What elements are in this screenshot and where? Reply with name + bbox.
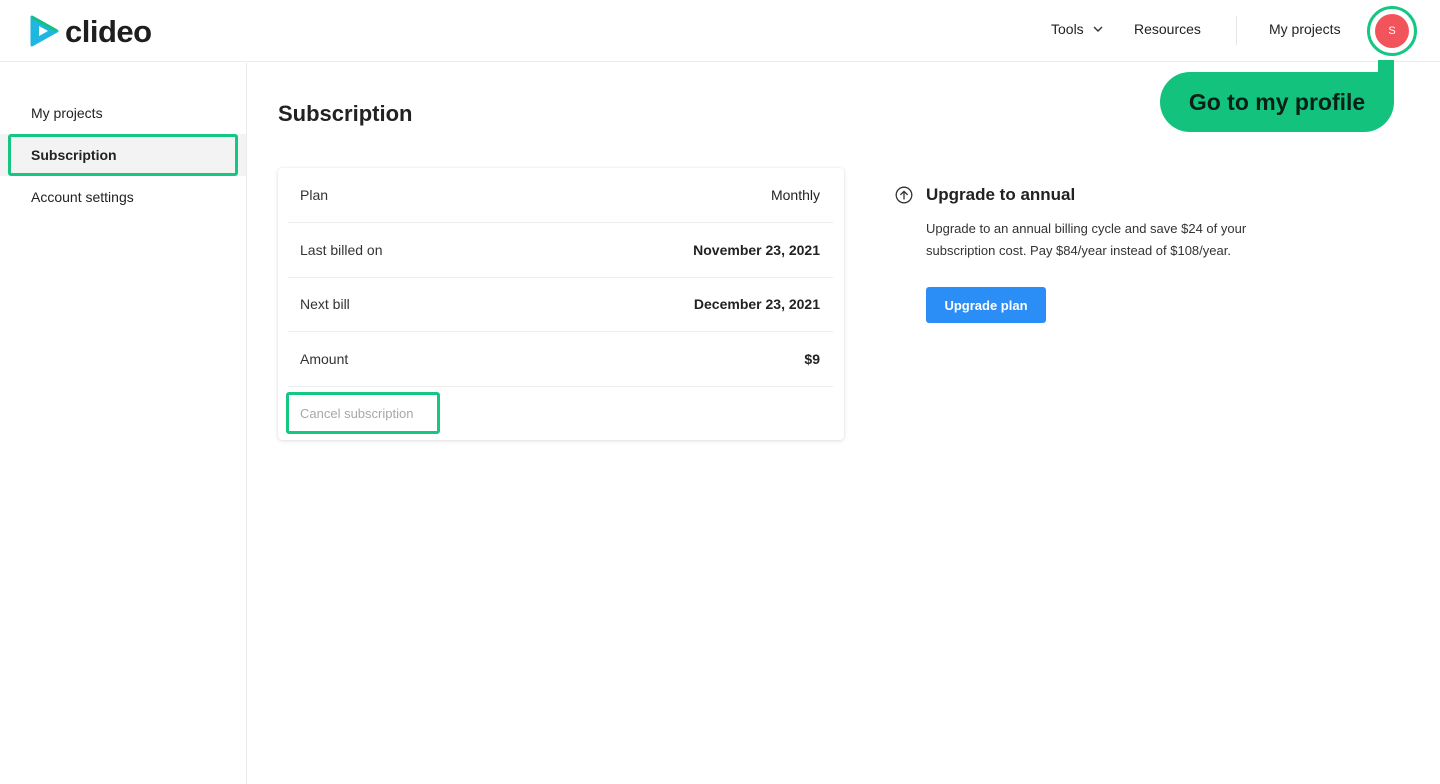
cancel-subscription-link[interactable]: Cancel subscription — [300, 406, 413, 421]
sidebar-item-account-settings[interactable]: Account settings — [0, 176, 246, 218]
nav-tools-label: Tools — [1051, 21, 1084, 37]
arrow-up-circle-icon — [895, 186, 913, 204]
upgrade-plan-button[interactable]: Upgrade plan — [926, 287, 1046, 323]
upgrade-title: Upgrade to annual — [926, 185, 1076, 204]
detail-value: November 23, 2021 — [693, 242, 820, 258]
go-to-profile-tooltip: Go to my profile — [1160, 72, 1394, 132]
detail-row-plan: Plan Monthly — [288, 168, 833, 223]
clideo-logo[interactable]: clideo — [29, 14, 152, 48]
play-triangle-icon — [30, 15, 59, 47]
upgrade-description: Upgrade to an annual billing cycle and s… — [926, 221, 1247, 258]
profile-avatar-button[interactable]: S — [1367, 6, 1417, 56]
nav-divider — [1236, 16, 1237, 45]
sidebar-item-my-projects[interactable]: My projects — [0, 92, 246, 134]
detail-label: Plan — [300, 187, 329, 203]
detail-value: Monthly — [770, 187, 820, 203]
detail-row-amount: Amount $9 — [288, 332, 833, 387]
nav-my-projects-link[interactable]: My projects — [1269, 21, 1341, 37]
detail-value: December 23, 2021 — [693, 296, 820, 312]
chevron-down-icon — [1093, 26, 1103, 32]
logo-text: clideo — [65, 13, 152, 49]
avatar: S — [1375, 14, 1409, 48]
subscription-details-card: Plan Monthly Last billed on November 23,… — [278, 168, 844, 440]
detail-value: $9 — [804, 351, 820, 367]
page-title: Subscription — [278, 101, 413, 126]
detail-label: Last billed on — [300, 242, 383, 258]
nav-tools-dropdown[interactable]: Tools — [1051, 21, 1104, 37]
detail-label: Amount — [300, 351, 349, 367]
top-header: clideo Tools Resources My projects S — [0, 0, 1440, 62]
detail-row-last-billed: Last billed on November 23, 2021 — [288, 223, 833, 278]
sidebar-item-subscription[interactable]: Subscription — [0, 134, 246, 176]
nav-resources-link[interactable]: Resources — [1134, 21, 1201, 37]
detail-label: Next bill — [300, 296, 350, 312]
detail-row-next-bill: Next bill December 23, 2021 — [288, 277, 833, 332]
